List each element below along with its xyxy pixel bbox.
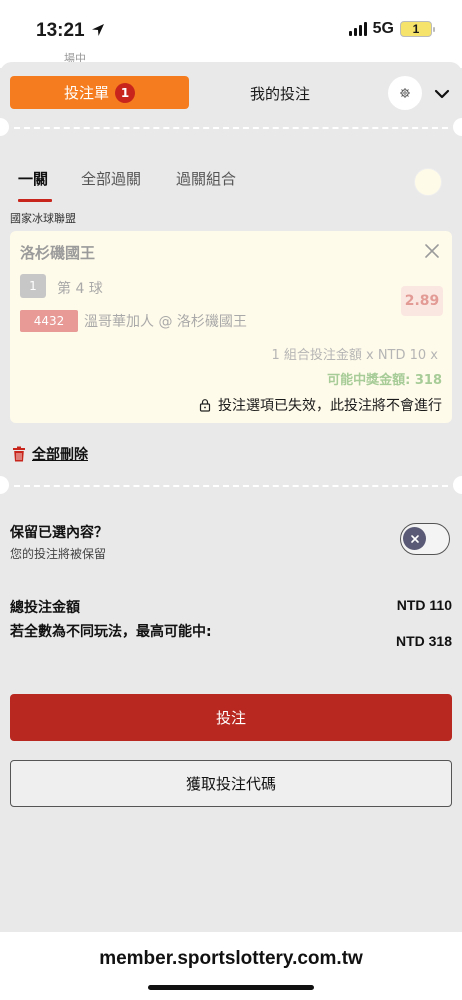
- browser-url-bar: member.sportslottery.com.tw: [0, 932, 462, 1000]
- place-bet-button[interactable]: 投注: [10, 694, 452, 741]
- collapse-button[interactable]: [432, 84, 452, 104]
- settings-button[interactable]: [388, 76, 422, 110]
- network-label: 5G: [372, 20, 394, 37]
- remove-bet-button[interactable]: [424, 243, 442, 261]
- trash-icon: [13, 446, 25, 462]
- betslip-count-badge: 1: [115, 82, 135, 103]
- tab-parlay-combo[interactable]: 過關組合: [176, 168, 236, 189]
- odds-badge: 2.89: [401, 286, 443, 316]
- keep-selection-title: 保留已選內容？: [10, 525, 108, 541]
- selected-team: 洛杉磯國王: [20, 244, 96, 262]
- delete-all-button[interactable]: 全部刪除: [12, 444, 88, 464]
- delete-all-label: 全部刪除: [32, 447, 88, 463]
- battery-icon: 1: [400, 21, 435, 37]
- tab-my-bets[interactable]: 我的投注: [215, 83, 345, 104]
- matchup-label: 溫哥華加人 @ 洛杉磯國王: [84, 314, 247, 330]
- tab-betslip-label: 投注單: [63, 84, 109, 102]
- tab-single[interactable]: 一關: [18, 168, 48, 189]
- bet-card: 洛杉磯國王 1 第 4 球 4432 溫哥華加人 @ 洛杉磯國王 2.89 1 …: [10, 231, 452, 423]
- max-payout-label: 若全數為不同玩法，最高可能中:: [10, 624, 212, 640]
- bet-type-indicator[interactable]: [414, 168, 442, 196]
- max-payout-value: NTD 318: [395, 633, 452, 649]
- status-indicators: 5G 1: [348, 20, 435, 38]
- market-label: 第 4 球: [57, 281, 103, 297]
- period-number-badge: 1: [20, 274, 46, 298]
- keep-selection-toggle[interactable]: [400, 523, 450, 555]
- tab-betslip[interactable]: 投注單 1: [10, 76, 189, 109]
- chevron-down-icon: [434, 89, 450, 99]
- dashed-divider: [0, 118, 462, 136]
- gear-icon: [400, 88, 410, 98]
- combo-stake-text: 1 組合投注金額 x NTD 10 x: [271, 348, 438, 363]
- close-icon: [425, 244, 439, 258]
- location-arrow-icon: [91, 24, 104, 36]
- url-text[interactable]: member.sportslottery.com.tw: [0, 948, 462, 970]
- invalid-notice: 投注選項已失效，此投注將不會進行: [198, 395, 442, 415]
- invalid-notice-text: 投注選項已失效，此投注將不會進行: [218, 398, 442, 414]
- toggle-knob: [403, 527, 426, 550]
- game-code-badge: 4432: [20, 310, 78, 332]
- x-icon: [410, 534, 419, 543]
- status-time: 13:21: [36, 20, 106, 42]
- signal-icon: [348, 22, 367, 36]
- keep-selection-subtitle: 您的投注將被保留: [10, 547, 107, 561]
- betslip-tab-bar: 投注單 1 我的投注: [10, 76, 452, 110]
- total-stake-label: 總投注金額: [10, 600, 80, 616]
- lock-icon: [199, 399, 211, 412]
- league-label: 國家冰球聯盟: [10, 212, 76, 225]
- bet-type-tabs: 一關 全部過關 過關組合: [18, 168, 448, 208]
- tab-all-parlay[interactable]: 全部過關: [81, 168, 141, 189]
- betslip-sheet: 投注單 1 我的投注 一關 全部過關 過關組合 國家冰球聯盟 洛杉磯國王 1 第…: [0, 62, 462, 932]
- dashed-divider: [0, 476, 462, 494]
- get-bet-code-button[interactable]: 獲取投注代碼: [10, 760, 452, 807]
- total-stake-value: NTD 110: [396, 597, 452, 613]
- potential-win-text: 可能中獎金額: 318: [327, 373, 442, 388]
- clock-text: 13:21: [36, 20, 85, 41]
- home-indicator[interactable]: [148, 985, 314, 990]
- active-tab-underline: [18, 199, 52, 202]
